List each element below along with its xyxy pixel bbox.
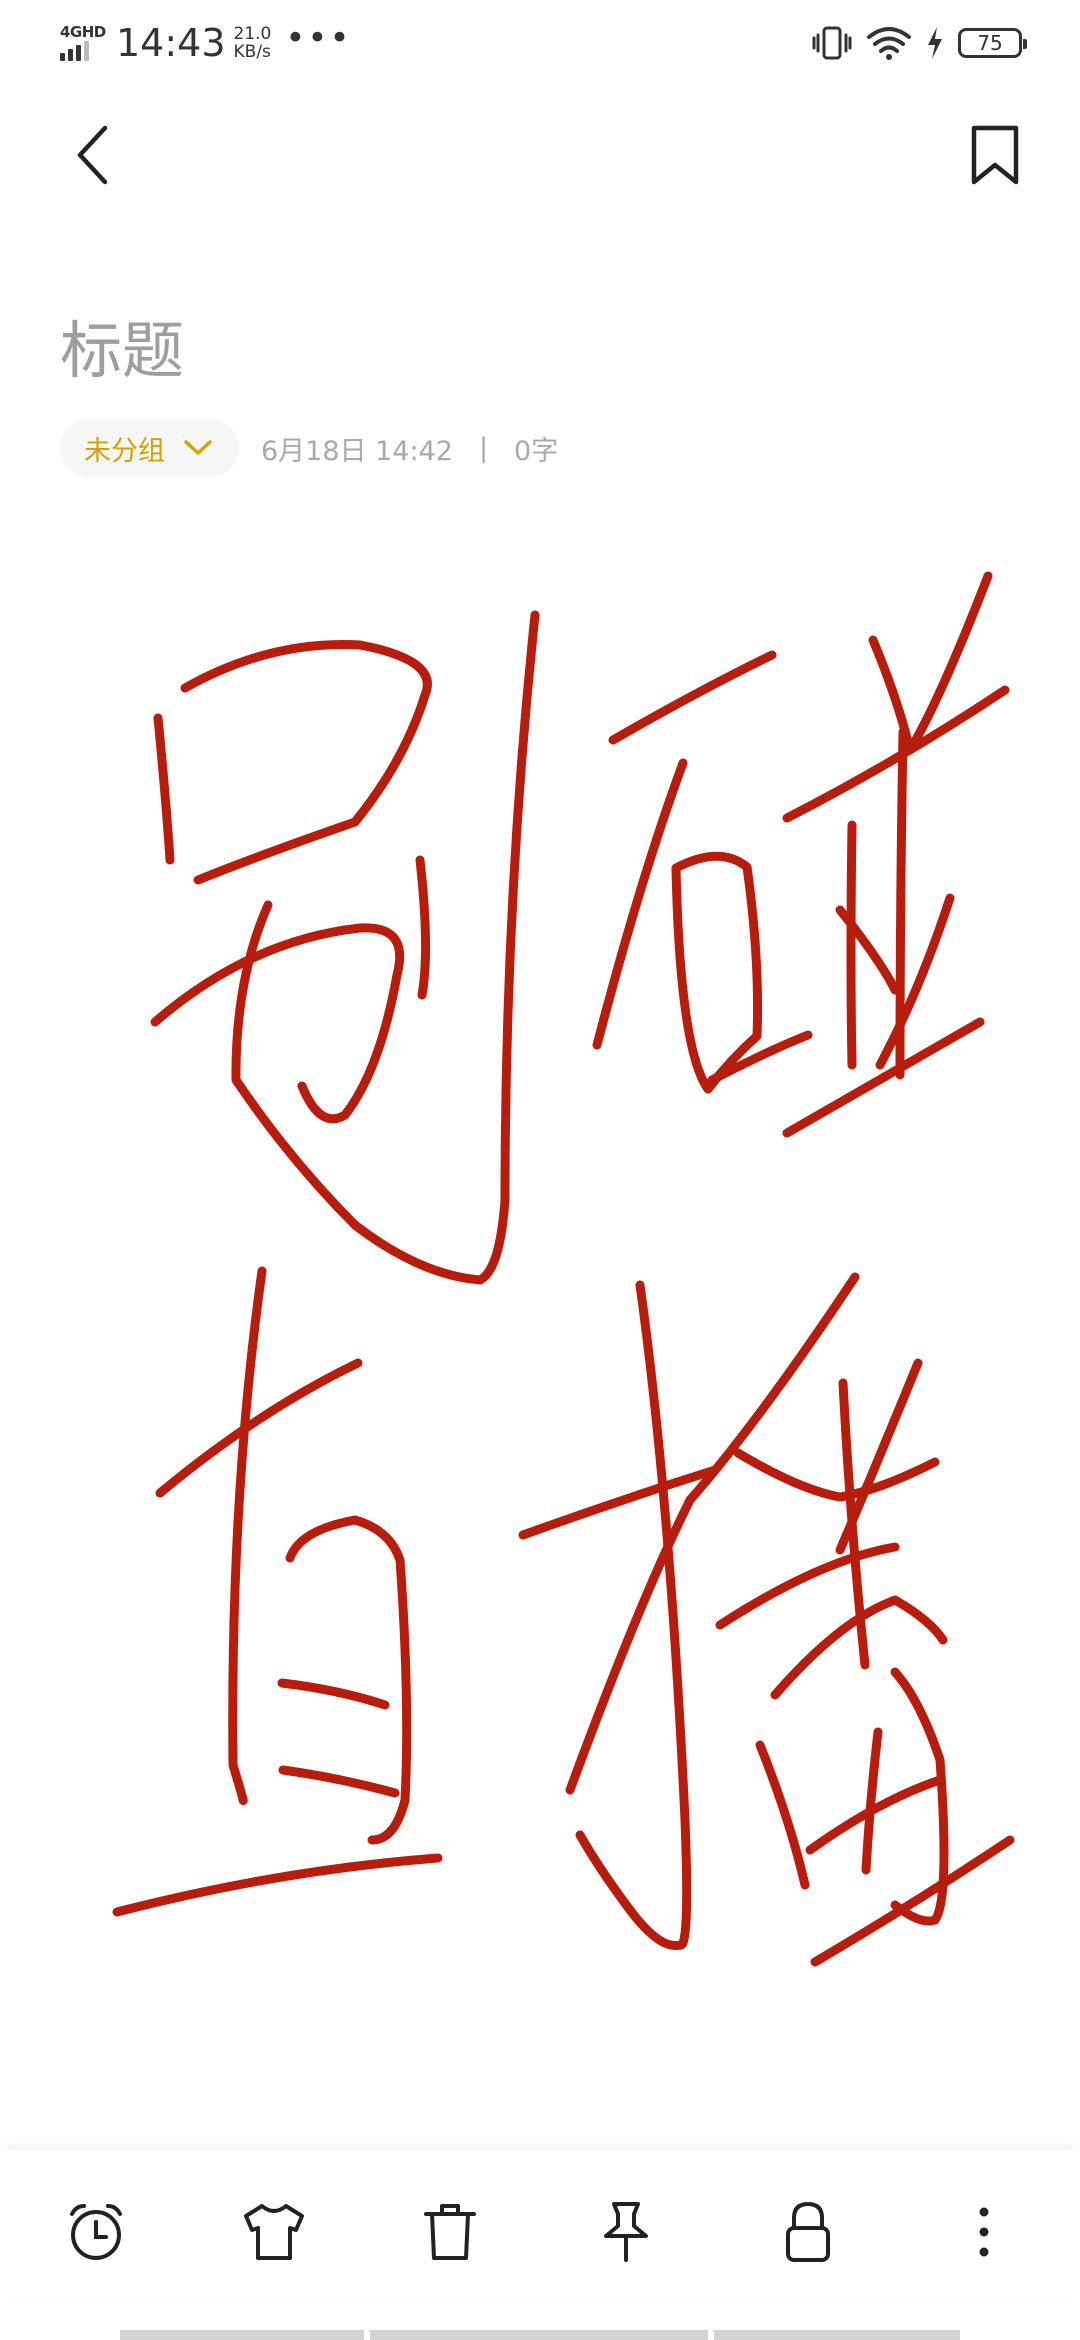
wifi-icon bbox=[867, 27, 911, 60]
bottom-toolbar bbox=[0, 2150, 1080, 2300]
network-type: 4GHD bbox=[60, 23, 106, 41]
stroke bbox=[228, 1266, 267, 1806]
chevron-left-icon bbox=[77, 125, 108, 185]
stroke bbox=[592, 758, 688, 1050]
trash-icon bbox=[424, 2204, 476, 2260]
stroke bbox=[755, 1740, 810, 1890]
stroke bbox=[180, 640, 432, 885]
lock-icon bbox=[786, 2201, 830, 2262]
signal-icon: 4GHD bbox=[58, 21, 106, 65]
alarm-icon bbox=[70, 2204, 122, 2260]
word-count: 0字 bbox=[514, 435, 559, 467]
theme-button[interactable] bbox=[236, 2194, 312, 2270]
bookmark-icon bbox=[971, 125, 1019, 185]
note-date: 6月18日 14:42 bbox=[261, 435, 453, 467]
delete-button[interactable] bbox=[412, 2194, 488, 2270]
group-selector[interactable]: 未分组 bbox=[60, 419, 239, 477]
more-button[interactable] bbox=[946, 2194, 1022, 2270]
note-title-input[interactable]: 标题 bbox=[60, 300, 184, 390]
stroke bbox=[861, 1727, 883, 1875]
clock: 14:43 bbox=[116, 21, 226, 65]
stroke bbox=[278, 1765, 400, 1798]
stroke bbox=[415, 855, 431, 1000]
shirt-icon bbox=[244, 2204, 304, 2260]
network-speed: 21.0 KB/s bbox=[234, 25, 272, 61]
reminder-button[interactable] bbox=[58, 2194, 134, 2270]
chevron-down-icon bbox=[184, 440, 212, 455]
stroke bbox=[868, 571, 993, 755]
stroke bbox=[155, 1358, 363, 1498]
meta-separator: | bbox=[478, 432, 489, 464]
stroke bbox=[671, 851, 763, 1094]
status-right: 75 bbox=[812, 18, 1027, 68]
group-label: 未分组 bbox=[84, 435, 165, 467]
back-button[interactable] bbox=[60, 120, 130, 190]
stroke bbox=[112, 1853, 443, 1917]
status-left: 4GHD 14:43 21.0 KB/s ••• bbox=[58, 18, 352, 68]
status-bar: 4GHD 14:43 21.0 KB/s ••• 75 bbox=[0, 0, 1080, 84]
stroke bbox=[733, 1448, 940, 1502]
stroke bbox=[707, 1030, 813, 1085]
battery-level: 75 bbox=[977, 31, 1003, 55]
vibrate-icon bbox=[812, 26, 852, 60]
stroke bbox=[150, 923, 405, 1124]
stroke bbox=[608, 650, 777, 745]
speed-value: 21.0 bbox=[233, 24, 272, 44]
pin-button[interactable] bbox=[588, 2194, 664, 2270]
stroke bbox=[846, 820, 857, 1070]
home-indicator bbox=[120, 2330, 960, 2340]
lock-button[interactable] bbox=[770, 2194, 846, 2270]
note-meta: 未分组 6月18日 14:42 | 0字 bbox=[60, 418, 558, 478]
battery-icon: 75 bbox=[958, 28, 1027, 58]
stroke bbox=[277, 1678, 390, 1710]
handwriting-canvas[interactable] bbox=[0, 540, 1080, 1970]
stroke bbox=[565, 1272, 860, 1795]
pin-icon bbox=[604, 2202, 648, 2262]
bookmark-button[interactable] bbox=[960, 120, 1030, 190]
top-nav bbox=[0, 100, 1080, 220]
charging-icon bbox=[928, 27, 942, 59]
more-notifications-icon: ••• bbox=[285, 18, 352, 58]
stroke bbox=[810, 1835, 1015, 1967]
speed-unit: KB/s bbox=[233, 42, 271, 62]
more-vertical-icon bbox=[979, 2207, 989, 2257]
stroke bbox=[153, 713, 175, 865]
stroke bbox=[782, 1017, 985, 1138]
